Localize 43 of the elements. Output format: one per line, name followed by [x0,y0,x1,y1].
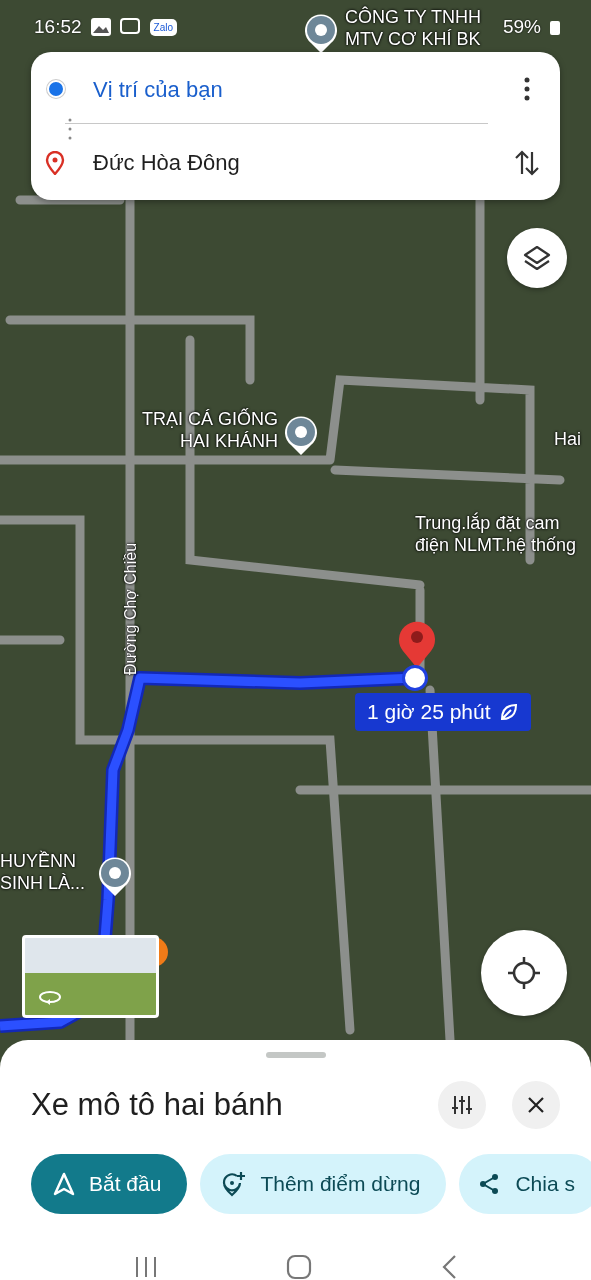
close-icon [527,1095,545,1114]
rotate-360-icon [37,988,63,1006]
route-options-button[interactable] [438,1080,486,1129]
road-name-label: Đường Chợ Chiều [122,541,140,678]
chat-icon [119,17,142,37]
battery-level: 59% [502,16,541,38]
route-duration-label[interactable]: 1 giờ 25 phút [355,693,531,731]
add-pin-icon [222,1171,247,1197]
current-location-icon [47,80,65,98]
battery-icon [549,18,561,36]
destination-field[interactable]: Đức Hòa Đông [65,150,510,176]
home-icon[interactable] [286,1254,313,1280]
layers-button[interactable] [507,228,567,288]
more-vertical-icon [524,77,530,101]
travel-mode-title: Xe mô tô hai bánh [31,1086,284,1123]
add-stop-button[interactable]: Thêm điểm dừng [200,1154,447,1214]
place-label[interactable]: TRẠI CÁ GIỐNG HAI KHÁNH [120,408,278,452]
swap-arrows-icon [514,148,540,178]
navigation-arrow-icon [53,1172,75,1196]
street-view-thumbnail[interactable] [22,935,159,1018]
status-time: 16:52 [34,16,82,38]
place-label[interactable]: Trung.lắp đặt cam điện NLMT.hệ thống [415,512,577,556]
connector-dots-icon [68,117,72,141]
place-pin-icon[interactable] [303,12,339,54]
route-end-marker [402,665,428,691]
layers-icon [522,243,552,273]
place-pin-icon[interactable] [283,414,319,456]
origin-field[interactable]: Vị trí của bạn [65,54,488,124]
back-icon[interactable] [440,1254,457,1280]
recent-apps-icon[interactable] [134,1255,159,1279]
close-button[interactable] [512,1080,560,1129]
destination-pin-icon [45,151,65,175]
drag-handle[interactable] [265,1052,326,1058]
leaf-icon [498,702,519,722]
place-label[interactable]: Hai [554,428,581,450]
sliders-icon [451,1093,473,1116]
start-button[interactable]: Bắt đầu [31,1154,188,1214]
image-icon [89,17,112,37]
place-pin-icon[interactable] [97,855,133,897]
place-label[interactable]: CÔNG TY TNHH MTV CƠ KHÍ BK [345,6,482,50]
share-button[interactable]: Chia s [459,1154,591,1214]
place-label[interactable]: HUYỀNN SINH LÀ... [0,850,86,894]
crosshair-icon [506,955,542,991]
